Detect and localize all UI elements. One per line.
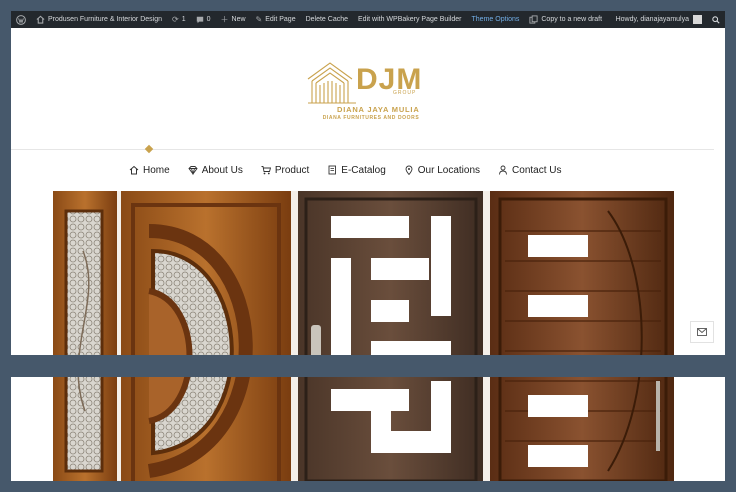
home-icon — [129, 165, 139, 175]
header-divider — [11, 149, 714, 150]
admin-search[interactable] — [707, 11, 725, 28]
nav-about-us-label: About Us — [201, 164, 243, 176]
book-icon — [328, 165, 337, 175]
comments-count: 0 — [206, 16, 211, 23]
nav-our-locations[interactable]: Our Locations — [404, 163, 480, 177]
new-content-menu[interactable]: ＋ New — [216, 11, 251, 28]
theme-options-label: Theme Options — [471, 16, 520, 23]
hero-doors-image — [53, 191, 674, 481]
delete-cache-link[interactable]: Delete Cache — [301, 11, 353, 28]
site-name-menu[interactable]: Produsen Furniture & Interior Design — [31, 11, 167, 28]
home-icon — [36, 15, 45, 24]
divider-diamond-icon — [144, 144, 154, 154]
delete-cache-label: Delete Cache — [305, 16, 349, 23]
site-logo[interactable]: DJM GROUP DIANA JAYA MULIA DIANA FURNITU… — [306, 61, 436, 123]
diamond-icon — [188, 166, 198, 175]
edit-page-label: Edit Page — [265, 16, 296, 23]
search-icon — [712, 15, 720, 24]
updates-menu[interactable]: ⟳ 1 — [167, 11, 191, 28]
updates-count: 1 — [181, 16, 186, 23]
browser-frame-gap — [11, 355, 725, 377]
location-pin-icon — [405, 165, 413, 175]
nav-e-catalog[interactable]: E-Catalog — [327, 163, 386, 177]
nav-product[interactable]: Product — [261, 163, 309, 177]
nav-product-label: Product — [274, 164, 310, 176]
howdy-label: Howdy, dianajayamulya — [615, 16, 689, 23]
logo-group: GROUP — [393, 90, 417, 96]
nav-our-locations-label: Our Locations — [417, 164, 481, 176]
logo-tagline: DIANA FURNITURES AND DOORS — [322, 115, 420, 121]
refresh-icon: ⟳ — [172, 14, 179, 24]
site-name: Produsen Furniture & Interior Design — [48, 16, 162, 23]
plus-icon: ＋ — [220, 14, 229, 24]
new-label: New — [231, 16, 246, 23]
floating-mail-button[interactable] — [690, 321, 714, 343]
wpbakery-link[interactable]: Edit with WPBakery Page Builder — [353, 11, 467, 28]
nav-e-catalog-label: E-Catalog — [341, 164, 386, 176]
avatar — [693, 15, 702, 24]
copy-draft-label: Copy to a new draft — [541, 16, 603, 23]
admin-bar: Produsen Furniture & Interior Design ⟳ 1… — [11, 11, 725, 28]
comment-icon — [196, 16, 203, 23]
nav-home[interactable]: Home — [129, 163, 170, 177]
nav-home-label: Home — [143, 164, 170, 176]
browser-frame: Produsen Furniture & Interior Design ⟳ 1… — [11, 11, 725, 481]
pencil-icon: ✎ — [255, 14, 263, 24]
user-menu[interactable]: Howdy, dianajayamulya — [611, 11, 707, 28]
theme-options-link[interactable]: Theme Options — [467, 11, 525, 28]
nav-contact-us[interactable]: Contact Us — [498, 163, 562, 177]
house-logo-icon — [307, 62, 356, 104]
copy-draft-link[interactable]: Copy to a new draft — [524, 11, 607, 28]
logo-subtitle: DIANA JAYA MULIA — [337, 105, 420, 114]
copy-icon — [529, 15, 538, 24]
contact-icon — [499, 165, 507, 175]
nav-contact-us-label: Contact Us — [512, 164, 562, 176]
wpbakery-label: Edit with WPBakery Page Builder — [358, 16, 462, 23]
edit-page-link[interactable]: ✎ Edit Page — [251, 11, 301, 28]
doors-illustration — [53, 191, 674, 481]
wordpress-menu[interactable] — [11, 11, 31, 28]
nav-about-us[interactable]: About Us — [188, 163, 243, 177]
wordpress-icon — [16, 14, 26, 25]
comments-menu[interactable]: 0 — [191, 11, 216, 28]
mail-icon — [697, 328, 707, 336]
cart-icon — [261, 166, 271, 175]
main-nav: Home About Us Product E-Catalog Our Loca… — [129, 163, 562, 177]
